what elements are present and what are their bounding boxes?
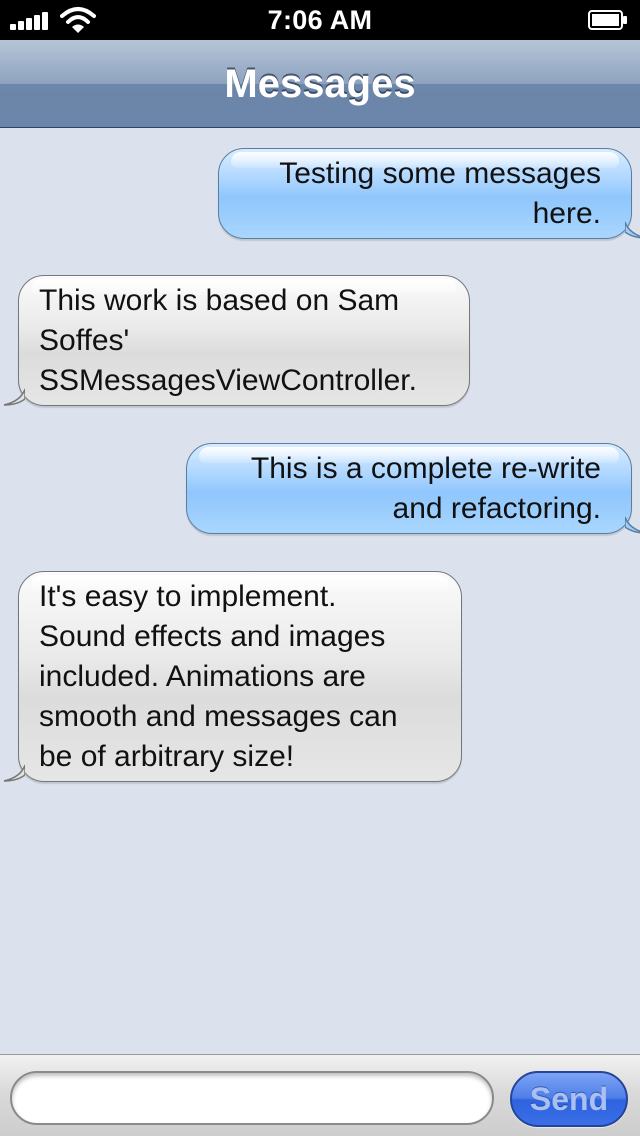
status-time: 7:06 AM	[267, 5, 373, 35]
message-list[interactable]: Testing some messages here. This work is…	[0, 128, 640, 1054]
outgoing-message-bubble[interactable]: This is a complete re-write and refactor…	[186, 443, 640, 534]
navigation-bar: Messages	[0, 40, 640, 128]
send-button[interactable]: Send	[510, 1071, 628, 1127]
bubble-tail-icon	[3, 388, 25, 406]
battery-icon	[588, 10, 628, 30]
outgoing-message-bubble[interactable]: Testing some messages here.	[218, 148, 640, 239]
incoming-message-bubble[interactable]: It's easy to implement. Sound effects an…	[3, 571, 462, 782]
bubble-tail-icon	[3, 764, 25, 782]
page-title: Messages	[224, 62, 416, 106]
bubble-tail-icon	[625, 516, 640, 534]
bubble-tail-icon	[625, 221, 640, 239]
status-bar: 7:06 AM	[0, 0, 640, 40]
message-input-toolbar: Send	[0, 1054, 640, 1136]
message-text: This work is based on Sam Soffes' SSMess…	[39, 284, 417, 397]
message-text: It's easy to implement. Sound effects an…	[39, 580, 398, 773]
message-input[interactable]	[10, 1071, 494, 1125]
message-text: This is a complete re-write and refactor…	[250, 452, 601, 525]
message-text: Testing some messages here.	[279, 157, 601, 230]
incoming-message-bubble[interactable]: This work is based on Sam Soffes' SSMess…	[3, 275, 470, 406]
